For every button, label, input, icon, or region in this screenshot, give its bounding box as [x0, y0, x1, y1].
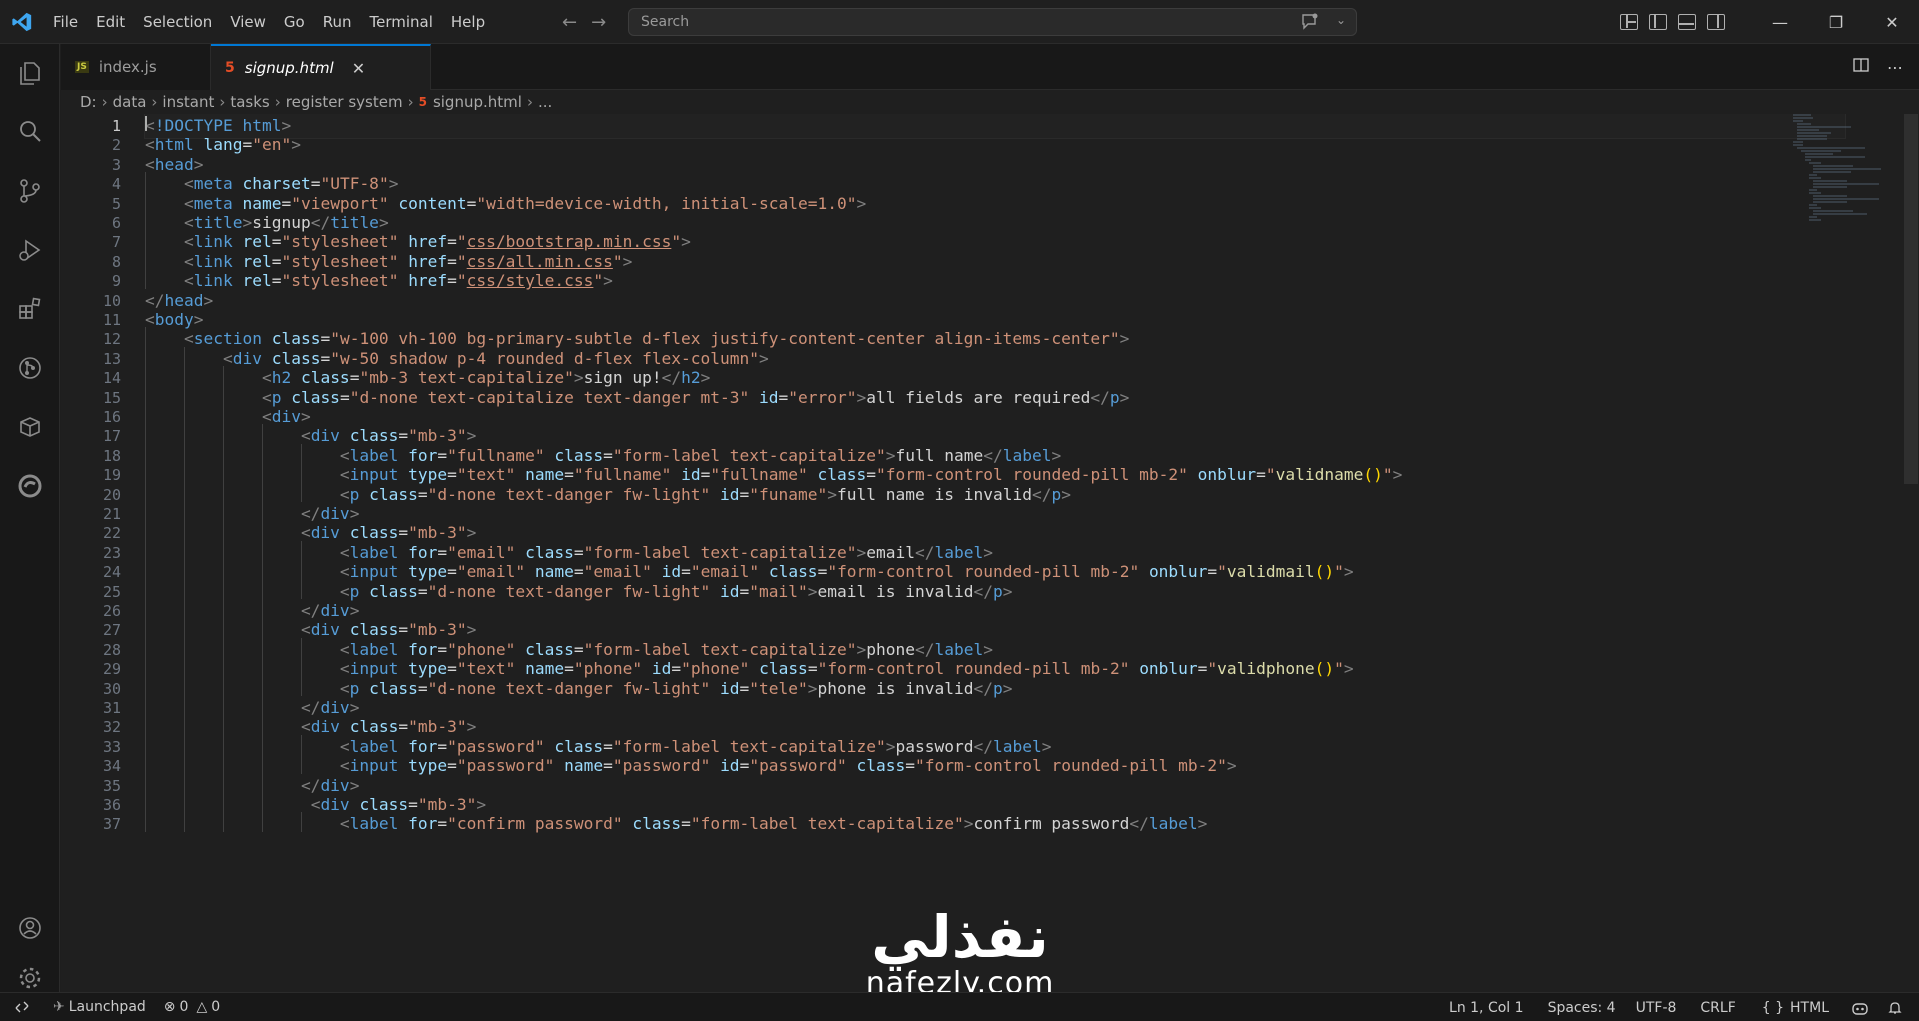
- breadcrumb: D: › data › instant › tasks › register syste…: [61, 90, 1919, 114]
- minimap[interactable]: [1791, 114, 1891, 224]
- tab-label: signup.html: [244, 59, 334, 77]
- breadcrumb-folder-tasks[interactable]: tasks: [230, 93, 269, 111]
- toggle-primary-sidebar-icon[interactable]: [1649, 14, 1667, 30]
- breadcrumb-folder-register-system[interactable]: register system: [286, 93, 403, 111]
- error-icon: ⊗: [163, 999, 176, 1015]
- breadcrumb-symbol[interactable]: ...: [538, 93, 552, 111]
- indent-guide: [301, 637, 302, 696]
- split-editor-icon[interactable]: [1853, 57, 1869, 77]
- indent-guide: [262, 424, 263, 832]
- language-mode[interactable]: { } HTML: [1750, 993, 1841, 1021]
- indent-guide: [145, 172, 146, 289]
- menu-view[interactable]: View: [221, 0, 275, 44]
- title-bar: File Edit Selection View Go Run Terminal…: [0, 0, 1919, 44]
- line-number-gutter: 1 2 3 4 5 6 7 8 9 10 11 12 13 14 15 16 17 18 19 20 21 22 23 24 2…: [61, 114, 121, 992]
- js-file-icon: JS: [75, 61, 89, 73]
- remote-indicator-icon[interactable]: [0, 993, 44, 1021]
- menu-help[interactable]: Help: [442, 0, 494, 44]
- run-debug-icon[interactable]: [0, 226, 60, 274]
- toggle-panel-icon[interactable]: [1678, 14, 1696, 30]
- account-icon[interactable]: [0, 904, 60, 952]
- problems-status[interactable]: ⊗ 0 △ 0: [155, 993, 229, 1021]
- indent-guide: [145, 327, 146, 832]
- text-cursor: [145, 116, 147, 131]
- menu-go[interactable]: Go: [275, 0, 314, 44]
- toggle-secondary-sidebar-icon[interactable]: [1707, 14, 1725, 30]
- editor-actions: ⋯: [1853, 44, 1919, 90]
- code-line[interactable]: <label for="confirm password" class="for…: [145, 812, 1207, 836]
- html5-file-icon: 5: [418, 95, 427, 109]
- warning-icon: △: [196, 999, 208, 1015]
- breadcrumb-folder-data[interactable]: data: [113, 93, 147, 111]
- source-control-icon[interactable]: [0, 167, 60, 215]
- menu-file[interactable]: File: [44, 0, 87, 44]
- menu-terminal[interactable]: Terminal: [361, 0, 442, 44]
- indent-guide: [301, 540, 302, 599]
- editor-tabs: JS index.js 5 signup.html ✕ ⋯: [61, 44, 1919, 90]
- tab-label: index.js: [98, 58, 157, 76]
- activity-bar: [0, 44, 60, 992]
- indent-guide: [301, 812, 302, 832]
- code-line[interactable]: <!DOCTYPE html>: [144, 114, 1846, 139]
- status-right: Ln 1, Col 1 Spaces: 4 UTF-8 CRLF { } HTM…: [1435, 993, 1911, 1021]
- edge-devtools-icon[interactable]: [0, 462, 60, 510]
- watermark-arabic: نفذلي: [871, 903, 1049, 971]
- line-number: 37: [102, 815, 121, 834]
- indent-guide: [184, 346, 185, 832]
- chevron-down-icon[interactable]: ⌄: [1336, 13, 1346, 27]
- restore-icon[interactable]: ❐: [1808, 13, 1864, 32]
- indent-guide: [223, 366, 224, 832]
- search-icon[interactable]: [0, 108, 60, 156]
- rocket-icon: ✈: [53, 999, 65, 1015]
- close-tab-icon[interactable]: ✕: [352, 59, 365, 78]
- search-input[interactable]: [641, 14, 1281, 30]
- minimize-icon[interactable]: —: [1752, 13, 1808, 32]
- menu-run[interactable]: Run: [314, 0, 361, 44]
- indentation[interactable]: Spaces: 4: [1538, 993, 1626, 1021]
- code-editor[interactable]: 1 2 3 4 5 6 7 8 9 10 11 12 13 14 15 16 17 18 19 20 21 22 23 24 2…: [61, 114, 1919, 992]
- braces-icon: { }: [1761, 999, 1785, 1016]
- tab-index-js[interactable]: JS index.js: [61, 44, 211, 90]
- code-area[interactable]: <!DOCTYPE html> <html lang="en"> <head> <m…: [144, 114, 1846, 992]
- git-graph-icon[interactable]: [0, 344, 60, 392]
- vscode-logo-icon: [0, 0, 44, 44]
- menu-bar: File Edit Selection View Go Run Terminal…: [44, 0, 494, 44]
- notifications-bell-icon[interactable]: [1879, 993, 1911, 1021]
- html5-file-icon: 5: [225, 60, 235, 76]
- layout-controls: [1620, 0, 1725, 44]
- tab-signup-html[interactable]: 5 signup.html ✕: [211, 44, 431, 90]
- language-label: HTML: [1790, 999, 1829, 1016]
- breadcrumb-file[interactable]: signup.html: [433, 93, 522, 111]
- vertical-scrollbar[interactable]: [1904, 114, 1918, 484]
- copilot-status-icon[interactable]: [1841, 993, 1879, 1021]
- extensions-icon[interactable]: [0, 285, 60, 333]
- breadcrumb-drive[interactable]: D:: [80, 93, 97, 111]
- breadcrumb-folder-instant[interactable]: instant: [162, 93, 214, 111]
- status-bar: ✈ Launchpad ⊗ 0 △ 0 Ln 1, Col 1 Spaces: …: [0, 992, 1919, 1021]
- more-actions-icon[interactable]: ⋯: [1887, 58, 1903, 77]
- settings-gear-icon[interactable]: [0, 963, 60, 992]
- window-controls: — ❐ ✕: [1752, 0, 1919, 44]
- error-count: 0: [179, 999, 189, 1015]
- warning-count: 0: [211, 999, 221, 1015]
- cursor-position[interactable]: Ln 1, Col 1: [1435, 993, 1538, 1021]
- menu-selection[interactable]: Selection: [134, 0, 221, 44]
- indent-guide: [301, 443, 302, 502]
- close-window-icon[interactable]: ✕: [1864, 13, 1919, 32]
- customize-layout-icon[interactable]: [1620, 14, 1638, 30]
- back-arrow-icon[interactable]: ←: [562, 12, 577, 33]
- navigation-arrows: ← →: [562, 0, 606, 44]
- launchpad-label: Launchpad: [68, 999, 146, 1015]
- forward-arrow-icon[interactable]: →: [591, 12, 606, 33]
- menu-edit[interactable]: Edit: [87, 0, 134, 44]
- explorer-icon[interactable]: [0, 49, 60, 97]
- end-of-line[interactable]: CRLF: [1686, 993, 1749, 1021]
- indent-guide: [301, 734, 302, 774]
- code-line[interactable]: <link rel="stylesheet" href="css/style.c…: [145, 269, 613, 293]
- copilot-chat-icon[interactable]: [1300, 13, 1320, 35]
- launchpad-status[interactable]: ✈ Launchpad: [44, 993, 155, 1021]
- containers-icon[interactable]: [0, 403, 60, 451]
- command-center-search[interactable]: ⌄: [628, 8, 1357, 36]
- encoding[interactable]: UTF-8: [1626, 993, 1687, 1021]
